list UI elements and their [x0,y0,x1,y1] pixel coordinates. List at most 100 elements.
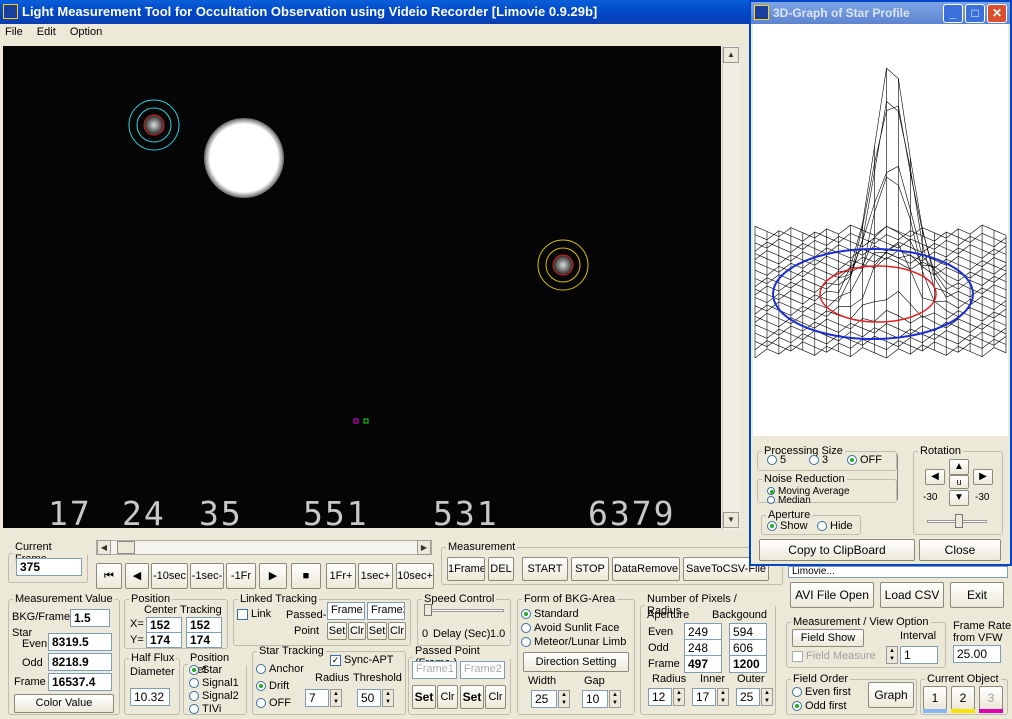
stop-button[interactable]: STOP [571,557,609,581]
video-vscrollbar[interactable]: ▲ ▼ [722,46,740,530]
ap-inner-spinner[interactable]: ▲ ▼ [717,688,729,706]
stop-play-button[interactable]: ■ [291,563,321,589]
track-radius-field[interactable]: 7 [305,689,329,707]
prev-frame-button[interactable]: ◀ [125,563,149,589]
load-csv-button[interactable]: Load CSV [880,582,944,608]
current-frame-field[interactable]: 375 [16,558,82,576]
track-threshold-field[interactable]: 50 [357,689,381,707]
ap-outer-field[interactable]: 25 [736,688,760,706]
procsize-3[interactable]: 3 [809,454,828,466]
bkg-standard[interactable]: Standard [521,608,579,620]
plus-1sec-button[interactable]: 1sec+ [358,563,393,589]
posset-signal2[interactable]: Signal2 [189,690,239,702]
close-icon[interactable]: ✕ [987,4,1007,23]
linked-set1-button[interactable]: Set [327,622,347,640]
linked-frame1-field[interactable]: Frame1 [327,602,365,620]
link-checkbox[interactable]: Link [237,608,271,620]
menu-file[interactable]: File [0,24,29,38]
rotate-left-icon[interactable]: ◀ [925,469,945,485]
exit-button[interactable]: Exit [950,582,1004,608]
slider-right-icon[interactable]: ▶ [417,540,431,555]
field-measure-checkbox[interactable]: Field Measure [792,650,876,662]
tilt-slider-thumb[interactable] [955,514,963,528]
bkg-avoid-sunlit[interactable]: Avoid Sunlit Face [521,622,619,634]
rotate-right-icon[interactable]: ▶ [973,469,993,485]
linked-clr2-button[interactable]: Clr [388,622,406,640]
bkg-width-spinner[interactable]: ▲ ▼ [558,690,570,708]
graph-button[interactable]: Graph [868,682,914,708]
passed-set1-button[interactable]: Set [412,685,436,709]
linked-frame2-field[interactable]: Frame2 [367,602,405,620]
procsize-5[interactable]: 5 [767,454,786,466]
plus-10sec-button[interactable]: 10sec+ [396,563,434,589]
procsize-off[interactable]: OFF [847,454,882,466]
plus-1frame-button[interactable]: 1Fr+ [326,563,356,589]
video-frame[interactable]: 17 24 35 551 531 6379 [3,46,721,528]
sync-apt-checkbox[interactable]: ✓ Sync-APT [330,654,394,666]
speed-slider[interactable] [424,609,504,612]
object-3-button[interactable]: 3 [979,686,1003,710]
scroll-down-icon[interactable]: ▼ [723,512,739,528]
frame-rate-field[interactable]: 25.00 [953,645,1001,663]
linked-set2-button[interactable]: Set [367,622,387,640]
ap-radius-spinner[interactable]: ▲ ▼ [673,688,685,706]
even-first-radio[interactable]: Even first [792,686,851,698]
bkg-width-field[interactable]: 25 [531,690,557,708]
passed-set2-button[interactable]: Set [460,685,484,709]
bkg-meteor-limb[interactable]: Meteor/Lunar Limb [521,636,626,648]
rotate-reset-button[interactable]: u [949,475,969,489]
linked-clr1-button[interactable]: Clr [348,622,366,640]
delete-button[interactable]: DEL [488,557,514,581]
track-anchor[interactable]: Anchor [256,663,304,675]
vertical-scale-slider[interactable] [897,454,905,500]
object-2-button[interactable]: 2 [951,686,975,710]
color-value-button[interactable]: Color Value [14,694,114,713]
scroll-up-icon[interactable]: ▲ [723,47,739,63]
posset-star[interactable]: Star [189,664,222,676]
avi-file-open-button[interactable]: AVI File Open [790,582,874,608]
minus-1sec-button[interactable]: -1sec- [190,563,224,589]
posset-signal1[interactable]: Signal1 [189,677,239,689]
track-drift[interactable]: Drift [256,680,289,692]
slider-thumb[interactable] [117,541,135,554]
interval-spinner[interactable]: ▲ ▼ [886,646,898,664]
minus-1frame-button[interactable]: -1Fr [226,563,256,589]
minus-10sec-button[interactable]: -10sec [151,563,188,589]
passed-frame2-field[interactable]: Frame2 [460,661,505,679]
ap-radius-field[interactable]: 12 [648,688,672,706]
direction-setting-button[interactable]: Direction Setting [523,652,629,672]
track-radius-spinner[interactable]: ▲ ▼ [330,689,342,707]
aperture-hide[interactable]: Hide [817,520,853,532]
passed-clr2-button[interactable]: Clr [485,685,506,709]
odd-first-radio[interactable]: Odd first [792,700,847,712]
bkg-gap-field[interactable]: 10 [582,690,608,708]
minimize-icon[interactable]: _ [943,4,963,23]
graph-close-button[interactable]: Close [919,539,1001,561]
rotate-down-icon[interactable]: ▼ [949,490,969,506]
start-button[interactable]: START [522,557,568,581]
posset-tivi[interactable]: TIVi [189,703,221,715]
noise-median[interactable]: Median [767,496,811,506]
speed-slider-thumb[interactable] [424,604,432,616]
aperture-show[interactable]: Show [767,520,808,532]
interval-field[interactable]: 1 [900,646,938,664]
data-remove-button[interactable]: DataRemove [612,557,680,581]
track-threshold-spinner[interactable]: ▲ ▼ [382,689,394,707]
passed-frame1-field[interactable]: Frame1 [412,661,457,679]
object-1-button[interactable]: 1 [923,686,947,710]
slider-left-icon[interactable]: ◀ [97,540,111,555]
bkg-gap-spinner[interactable]: ▲ ▼ [609,690,621,708]
first-frame-button[interactable]: ⏮ [96,563,122,589]
field-show-button[interactable]: Field Show [792,629,864,647]
frame-slider[interactable]: ◀ ▶ [96,540,432,555]
maximize-icon[interactable]: □ [965,4,985,23]
play-button[interactable]: ▶ [259,563,287,589]
ap-outer-spinner[interactable]: ▲ ▼ [761,688,773,706]
copy-clipboard-button[interactable]: Copy to ClipBoard [759,539,915,561]
track-off[interactable]: OFF [256,697,291,709]
rotate-up-icon[interactable]: ▲ [949,459,969,475]
menu-option[interactable]: Option [65,24,108,38]
one-frame-button[interactable]: 1Frame [447,557,485,581]
ap-inner-field[interactable]: 17 [692,688,716,706]
menu-edit[interactable]: Edit [32,24,62,38]
